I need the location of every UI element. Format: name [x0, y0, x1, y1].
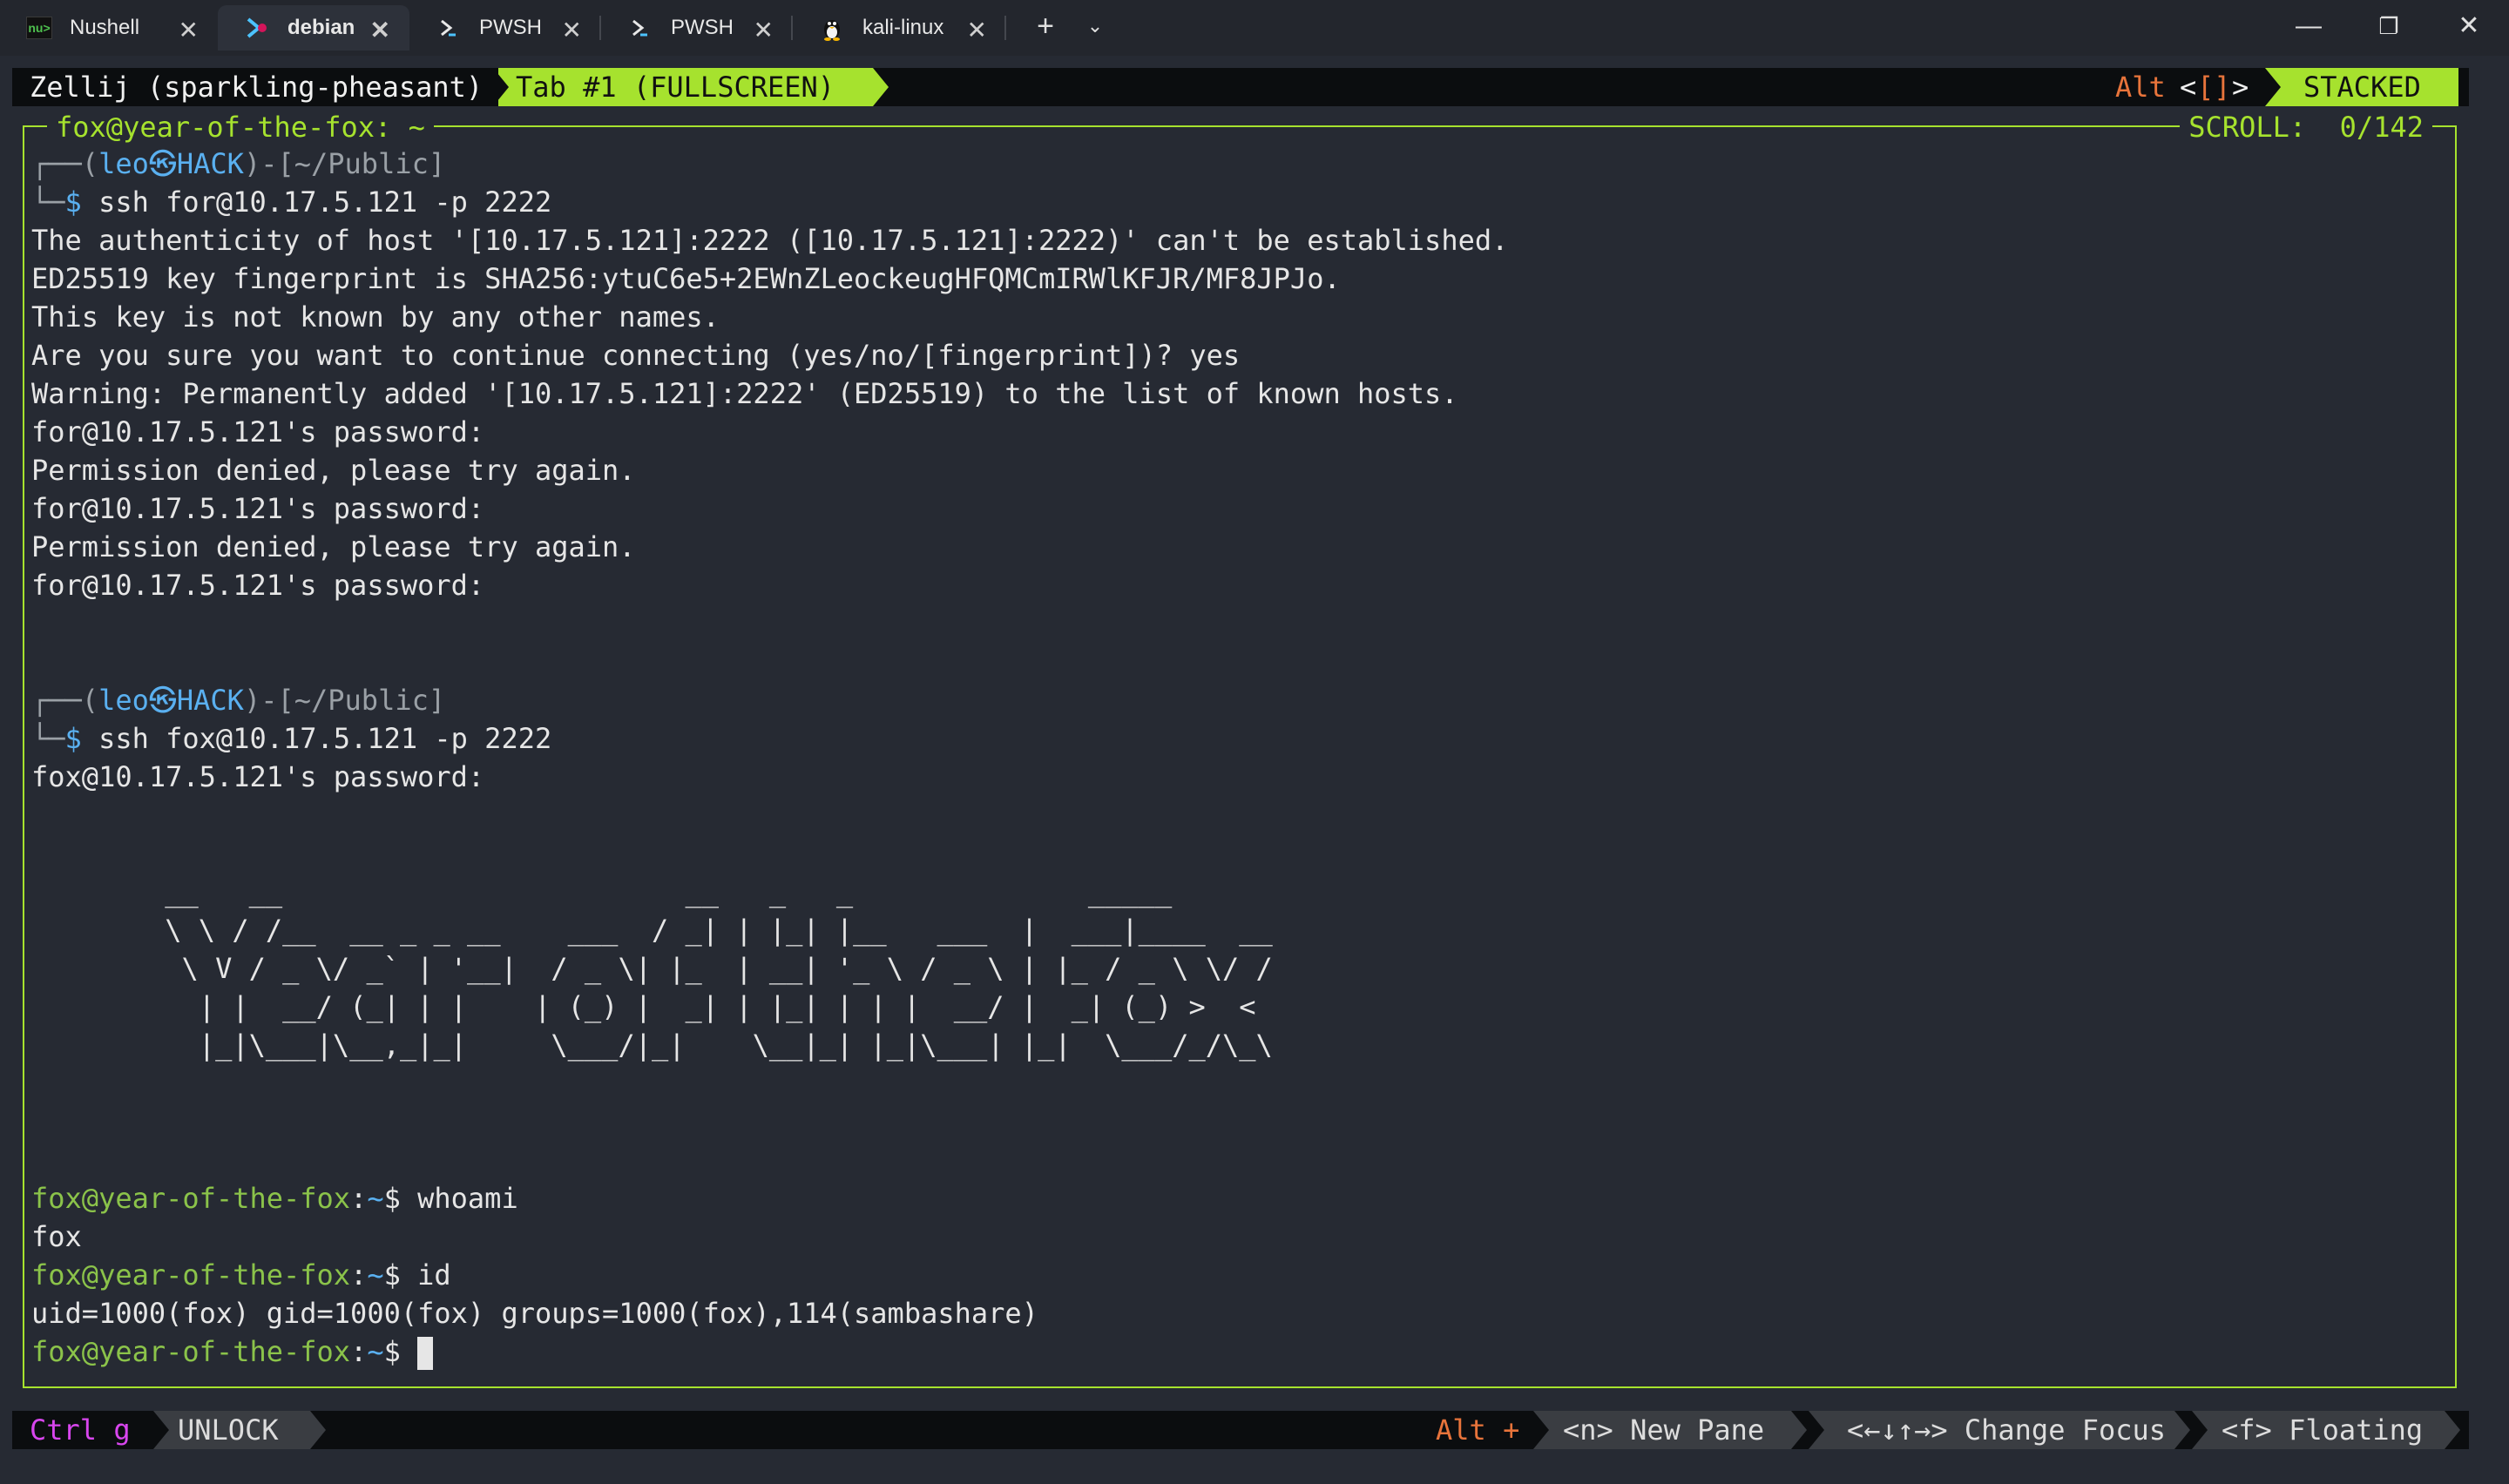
close-window-button[interactable]: ✕ [2429, 0, 2509, 52]
tab-debian[interactable]: debian ✕ [218, 5, 409, 51]
scroll-label: SCROLL: [2188, 111, 2307, 144]
tab-label: debian [287, 16, 355, 39]
shell-prompt: fox@year-of-the-fox:~$ whoami [31, 1182, 518, 1215]
output-line: Permission denied, please try again. [31, 454, 636, 487]
tab-kali-linux[interactable]: kali-linux ✕ [793, 5, 1006, 51]
powershell-icon [627, 15, 653, 41]
alt-label: Alt [2115, 71, 2166, 104]
powerline-separator [2174, 1411, 2190, 1449]
tab-label: Nushell [70, 16, 140, 39]
ascii-banner-line: \ V / _ \/ _` | '__| / _ \| |_ | __| '_ … [148, 952, 1273, 985]
close-icon[interactable]: ✕ [967, 16, 987, 44]
powerline-separator [1809, 1411, 1824, 1449]
tab-divider [1004, 16, 1006, 40]
alt-bracket-open: < [2180, 71, 2197, 104]
active-shell-prompt[interactable]: fox@year-of-the-fox:~$ [31, 1332, 434, 1371]
tab-dropdown-icon[interactable]: ⌄ [1080, 9, 1110, 44]
new-pane-hint[interactable]: <n> New Pane [1533, 1411, 1791, 1449]
tab-label: kali-linux [862, 16, 944, 39]
prompt-command: └─$ ssh fox@10.17.5.121 -p 2222 [31, 722, 552, 755]
linux-penguin-icon [819, 15, 845, 41]
close-icon[interactable]: ✕ [754, 16, 774, 44]
close-icon[interactable]: ✕ [562, 16, 582, 44]
pane-title: fox@year-of-the-fox: ~ [47, 111, 434, 143]
ascii-banner-line: |_|\___|\__,_|_| \___/|_| \__|_| |_|\___… [148, 1029, 1273, 1062]
tab-label: PWSH [671, 16, 734, 39]
tab-nushell[interactable]: nu> Nushell ✕ [0, 5, 218, 51]
prompt-command: └─$ ssh for@10.17.5.121 -p 2222 [31, 186, 552, 219]
output-line: The authenticity of host '[10.17.5.121]:… [31, 224, 1509, 257]
output-line: Warning: Permanently added '[10.17.5.121… [31, 377, 1458, 410]
powerline-separator [1791, 1411, 1807, 1449]
minimize-button[interactable]: — [2269, 0, 2349, 52]
text-cursor [417, 1337, 434, 1370]
change-focus-hint[interactable]: <←↓↑→> Change Focus [1809, 1411, 2174, 1449]
powerline-separator [2192, 1411, 2208, 1449]
stacked-mode-badge[interactable]: STACKED [2265, 68, 2458, 106]
zellij-status-bar: Ctrl g UNLOCK Alt + <n> New Pane <←↓↑→> … [12, 1411, 2469, 1449]
output-line: ED25519 key fingerprint is SHA256:ytuC6e… [31, 262, 1341, 295]
powerline-separator [493, 68, 509, 106]
ascii-banner-line: __ __ __ _ _ _____ [148, 875, 1173, 908]
output-line: for@10.17.5.121's password: [31, 492, 485, 525]
output-line: for@10.17.5.121's password: [31, 415, 485, 449]
close-icon[interactable]: ✕ [370, 16, 390, 44]
unlock-mode-button[interactable]: UNLOCK [153, 1411, 310, 1449]
nushell-icon: nu> [26, 15, 52, 41]
output-line: uid=1000(fox) gid=1000(fox) groups=1000(… [31, 1297, 1038, 1330]
ascii-banner-line: | | __/ (_| | | | (_) | _| | |_| | | | _… [148, 990, 1256, 1023]
powerline-separator [2265, 68, 2281, 106]
output-line: Permission denied, please try again. [31, 530, 636, 563]
tab-pwsh-2[interactable]: PWSH ✕ [601, 5, 793, 51]
alt-keys: [] [2197, 71, 2231, 104]
ascii-banner-line: \ \ / /__ __ _ _ __ ___ / _| | |_| |__ _… [148, 914, 1273, 947]
powerline-separator [2443, 68, 2458, 106]
output-line: This key is not known by any other names… [31, 300, 720, 334]
debian-icon [244, 15, 270, 41]
tab-fullscreen[interactable]: Tab #1 (FULLSCREEN) [498, 68, 873, 106]
maximize-button[interactable]: ❐ [2349, 0, 2429, 52]
powerline-separator [2445, 1411, 2460, 1449]
close-icon[interactable]: ✕ [179, 16, 199, 44]
prompt-header: ┌──(leo㉿HACK)-[~/Public] [31, 684, 446, 717]
output-line: fox [31, 1220, 82, 1253]
alt-bracket-close: > [2232, 71, 2249, 104]
powerline-separator [873, 68, 889, 106]
scroll-indicator: SCROLL: 0/142 [2180, 111, 2432, 143]
powerline-separator [1533, 1411, 1549, 1449]
tab-label: PWSH [479, 16, 542, 39]
ctrl-g-key: Ctrl g [30, 1413, 131, 1447]
tab-bar: nu> Nushell ✕ debian ✕ PWSH ✕ PWSH ✕ kal… [0, 0, 2509, 56]
output-line: Are you sure you want to continue connec… [31, 339, 1241, 372]
floating-hint[interactable]: <f> Floating [2192, 1411, 2445, 1449]
tab-pwsh-1[interactable]: PWSH ✕ [409, 5, 601, 51]
powerline-separator [310, 1411, 326, 1449]
shell-prompt: fox@year-of-the-fox:~$ id [31, 1258, 451, 1292]
powerline-separator [153, 1411, 169, 1449]
scroll-value: 0/142 [2339, 111, 2424, 144]
output-line: fox@10.17.5.121's password: [31, 760, 485, 793]
session-name: Zellij (sparkling-pheasant) [30, 71, 484, 104]
alt-modifier: Alt + [1436, 1413, 1520, 1447]
new-tab-button[interactable]: + [1028, 9, 1063, 44]
zellij-tab-bar: Zellij (sparkling-pheasant) Tab #1 (FULL… [12, 68, 2469, 106]
prompt-header: ┌──(leo㉿HACK)-[~/Public] [31, 147, 446, 180]
output-line: for@10.17.5.121's password: [31, 569, 485, 602]
powershell-icon [436, 15, 462, 41]
